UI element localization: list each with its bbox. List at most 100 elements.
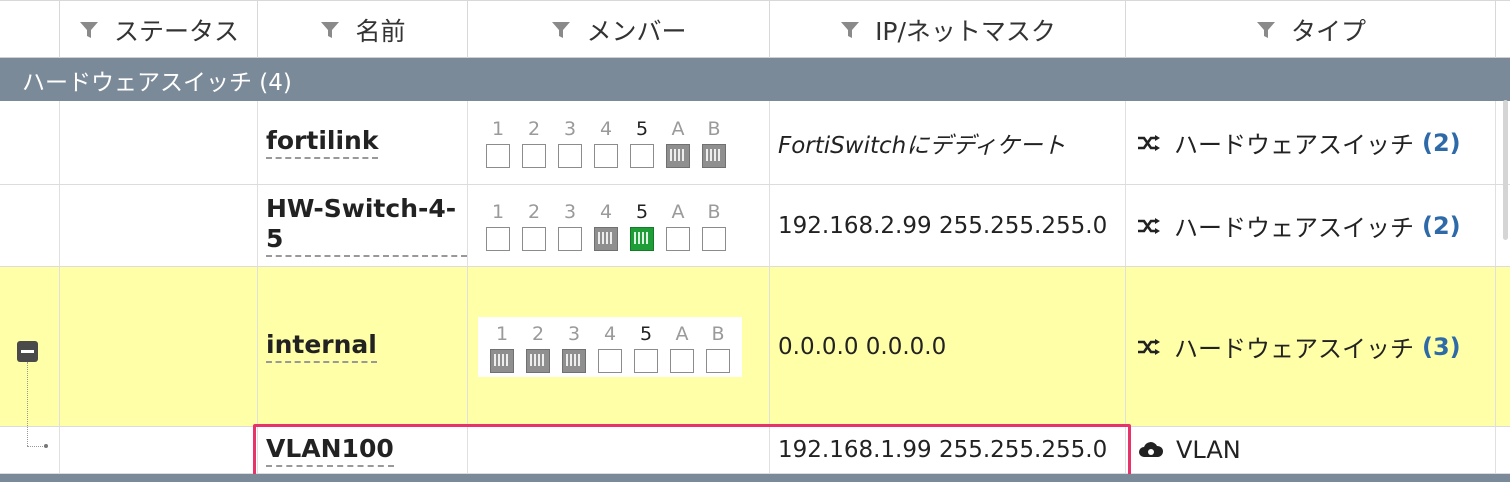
ethernet-port-icon (558, 143, 582, 168)
ethernet-port-icon (630, 226, 654, 251)
status-cell (60, 101, 258, 184)
port-5: 5 (628, 201, 656, 251)
port-4: 4 (592, 118, 620, 168)
header-ip-netmask[interactable]: IP/ネットマスク (770, 1, 1126, 58)
ethernet-port-icon (666, 226, 690, 251)
ethernet-port-icon (522, 226, 546, 251)
port-2: 2 (524, 323, 552, 373)
shuffle-icon (1138, 217, 1160, 234)
status-cell (60, 427, 258, 473)
header-members-label: メンバー (586, 16, 687, 46)
ethernet-port-icon (558, 226, 582, 251)
port-label: 2 (527, 117, 541, 140)
ethernet-port-icon (706, 348, 730, 373)
table-row[interactable]: fortilink 12345AB FortiSwitchにデディケート ハード… (0, 101, 1510, 185)
header-ip-label: IP/ネットマスク (875, 16, 1056, 46)
header-name[interactable]: 名前 (258, 1, 468, 58)
ethernet-port-icon (634, 348, 658, 373)
port-b: B (700, 201, 728, 251)
cloud-gear-icon (1139, 442, 1164, 457)
port-label: 1 (491, 200, 505, 223)
port-label: B (707, 117, 721, 140)
minus-square-icon[interactable] (17, 341, 38, 362)
port-3: 3 (556, 118, 584, 168)
port-1: 1 (488, 323, 516, 373)
port-5: 5 (628, 118, 656, 168)
header-members[interactable]: メンバー (468, 1, 770, 58)
table-row-selected[interactable]: internal 12345AB 0.0.0.0 0.0.0.0 ハードウェアス… (0, 267, 1510, 427)
port-1: 1 (484, 201, 512, 251)
port-label: 5 (635, 200, 649, 223)
ethernet-port-icon (486, 143, 510, 168)
port-label: 1 (495, 322, 509, 345)
interface-name-link[interactable]: HW-Switch-4-5 (266, 194, 467, 257)
interface-name-link[interactable]: internal (266, 330, 377, 363)
header-status[interactable]: ステータス (60, 1, 258, 58)
ip-netmask: FortiSwitchにデディケート (778, 132, 1066, 159)
port-label: 3 (567, 322, 581, 345)
port-2: 2 (520, 201, 548, 251)
table-row[interactable]: VLAN100 192.168.1.99 255.255.255.0 VLAN (0, 427, 1510, 474)
ethernet-port-icon (486, 226, 510, 251)
interface-name-link[interactable]: fortilink (266, 126, 379, 159)
port-label: 4 (599, 200, 613, 223)
port-label: 5 (639, 322, 653, 345)
ethernet-port-icon (598, 348, 622, 373)
ethernet-port-icon (702, 226, 726, 251)
port-5: 5 (632, 323, 660, 373)
member-count-link[interactable]: (2) (1422, 212, 1461, 240)
port-map: 12345AB (484, 118, 728, 168)
member-count-link[interactable]: (3) (1422, 333, 1461, 361)
interface-type: ハードウェアスイッチ (1174, 131, 1414, 159)
port-label: 2 (531, 322, 545, 345)
ethernet-port-icon (702, 143, 726, 168)
scrollbar[interactable] (1503, 100, 1508, 240)
funnel-icon[interactable] (78, 19, 100, 41)
ethernet-port-icon (522, 143, 546, 168)
group-label: ハードウェアスイッチ (4) (22, 69, 292, 96)
ip-netmask: 192.168.1.99 255.255.255.0 (778, 437, 1108, 463)
port-a: A (664, 118, 692, 168)
header-type-label: タイプ (1290, 16, 1366, 46)
port-label: 4 (603, 322, 617, 345)
status-cell (60, 267, 258, 426)
port-label: 2 (527, 200, 541, 223)
interface-type: VLAN (1176, 436, 1241, 464)
table-row[interactable]: HW-Switch-4-5 12345AB 192.168.2.99 255.2… (0, 185, 1510, 267)
header-status-label: ステータス (113, 16, 239, 46)
port-label: 4 (599, 117, 613, 140)
port-label: 1 (491, 117, 505, 140)
port-label: A (675, 322, 689, 345)
shuffle-icon (1138, 338, 1160, 355)
member-count-link[interactable]: (2) (1422, 129, 1461, 157)
tree-connector (27, 362, 28, 446)
port-label: 3 (563, 117, 577, 140)
header-select-column (0, 1, 60, 58)
port-4: 4 (596, 323, 624, 373)
interface-name-link[interactable]: VLAN100 (266, 434, 394, 467)
port-map: 12345AB (484, 201, 728, 251)
status-cell (60, 185, 258, 266)
tree-connector (27, 446, 45, 447)
group-header-hardware-switch[interactable]: ハードウェアスイッチ (4) (0, 58, 1510, 101)
interface-type: ハードウェアスイッチ (1174, 214, 1414, 242)
port-label: B (711, 322, 725, 345)
funnel-icon[interactable] (1255, 19, 1277, 41)
interface-table: ステータス 名前 メンバー IP/ネットマスク タイプ ハードウェアスイッチ (… (0, 0, 1510, 482)
header-type[interactable]: タイプ (1126, 1, 1496, 58)
port-label: B (707, 200, 721, 223)
ethernet-port-icon (490, 348, 514, 373)
port-2: 2 (520, 118, 548, 168)
header-name-label: 名前 (355, 16, 406, 46)
ethernet-port-icon (562, 348, 586, 373)
port-b: B (704, 323, 732, 373)
funnel-icon[interactable] (839, 19, 861, 41)
ethernet-port-icon (666, 143, 690, 168)
table-header: ステータス 名前 メンバー IP/ネットマスク タイプ (0, 0, 1510, 58)
funnel-icon[interactable] (550, 19, 572, 41)
shuffle-icon (1138, 134, 1160, 151)
funnel-icon[interactable] (319, 19, 341, 41)
ethernet-port-icon (526, 348, 550, 373)
port-label: 3 (563, 200, 577, 223)
port-b: B (700, 118, 728, 168)
